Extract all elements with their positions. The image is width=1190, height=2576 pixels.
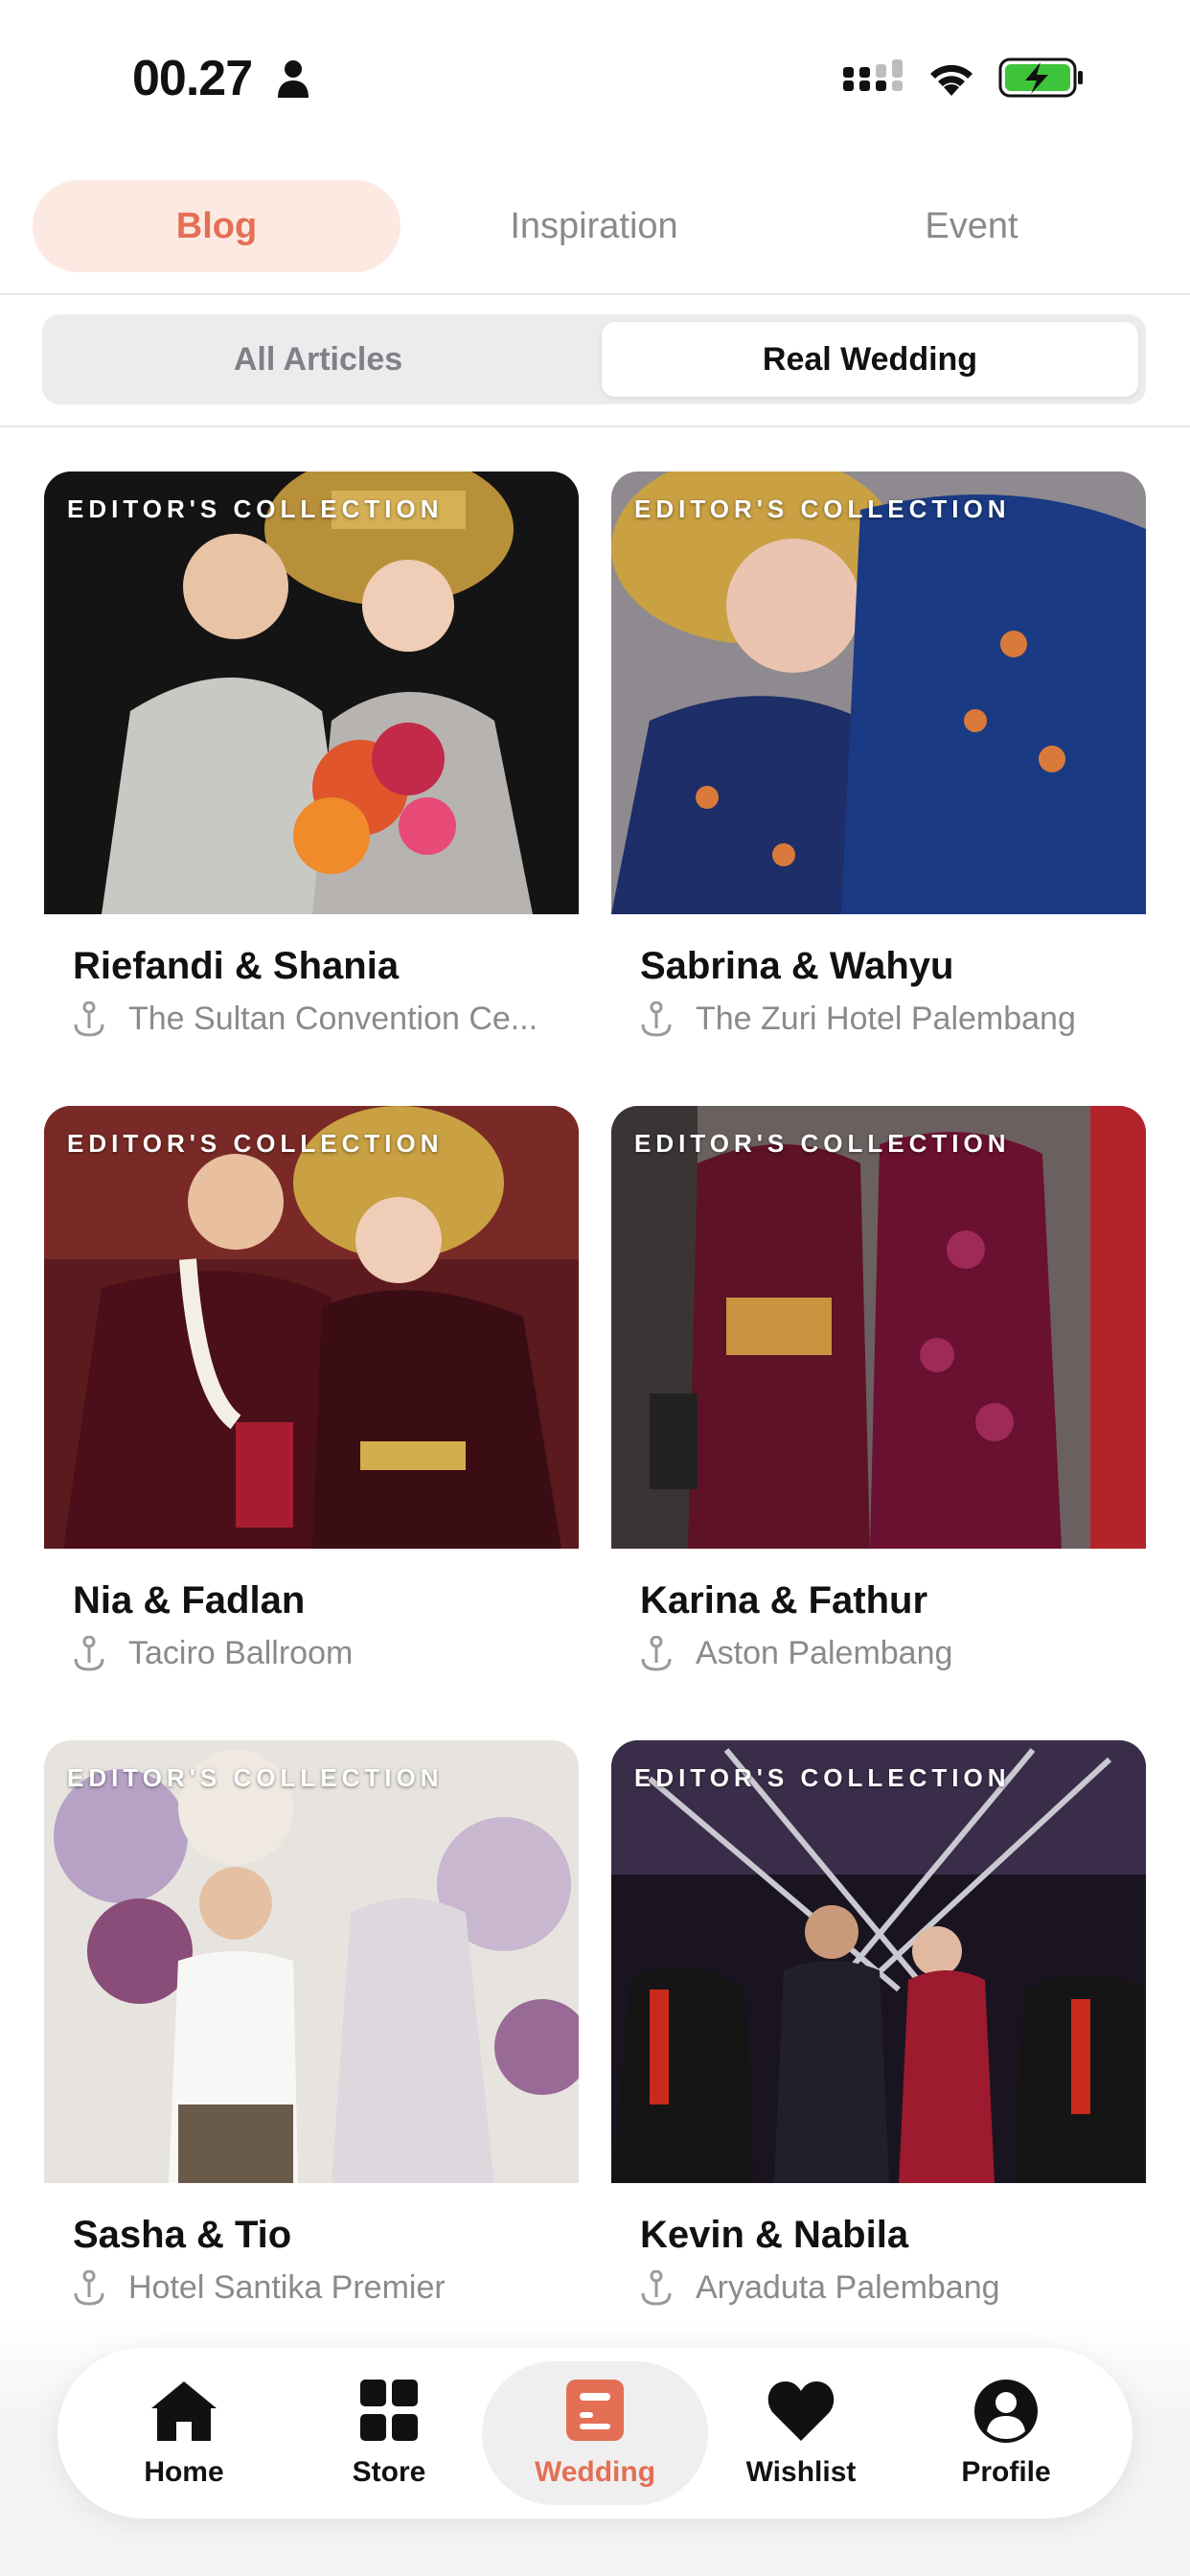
location-pin-icon — [74, 1000, 104, 1037]
card-photo[interactable]: EDITOR'S COLLECTION — [44, 472, 579, 914]
wedding-card[interactable]: EDITOR'S COLLECTION Sabrina & Wahyu The … — [611, 472, 1146, 1037]
status-bar: 00.27 — [0, 0, 1190, 153]
editors-collection-badge: EDITOR'S COLLECTION — [67, 494, 444, 523]
card-location: Taciro Ballroom — [73, 1635, 579, 1672]
editors-collection-badge: EDITOR'S COLLECTION — [67, 1763, 444, 1792]
segmented-control: All Articles Real Wedding — [42, 314, 1146, 404]
nav-label: Home — [144, 2456, 224, 2488]
nav-label: Wedding — [534, 2456, 656, 2488]
grid-icon — [360, 2380, 418, 2441]
card-title: Karina & Fathur — [640, 1579, 928, 1622]
nav-wedding[interactable]: Wedding — [482, 2348, 708, 2518]
heart-icon — [767, 2381, 835, 2441]
card-title: Kevin & Nabila — [640, 2214, 909, 2256]
card-location: The Zuri Hotel Palembang — [640, 1000, 1146, 1038]
nav-wishlist[interactable]: Wishlist — [705, 2348, 897, 2518]
location-text: Aryaduta Palembang — [696, 2269, 1000, 2306]
location-text: Taciro Ballroom — [128, 1635, 354, 1671]
divider — [0, 426, 1190, 427]
editors-collection-badge: EDITOR'S COLLECTION — [634, 1129, 1011, 1158]
top-tabs: Blog Inspiration Event — [0, 180, 1190, 295]
user-circle-icon — [974, 2380, 1038, 2443]
location-pin-icon — [641, 2269, 672, 2306]
segment-all-articles[interactable]: All Articles — [50, 322, 586, 397]
location-text: The Zuri Hotel Palembang — [696, 1000, 1076, 1037]
tab-event[interactable]: Event — [788, 180, 1156, 272]
status-time: 00.27 — [132, 51, 253, 106]
card-title: Sabrina & Wahyu — [640, 945, 954, 987]
nav-store[interactable]: Store — [293, 2348, 485, 2518]
card-photo[interactable]: EDITOR'S COLLECTION — [611, 472, 1146, 914]
wedding-card[interactable]: EDITOR'S COLLECTION Kevin & Nabila Aryad… — [611, 1740, 1146, 2306]
couple-photo — [611, 1740, 1146, 2183]
divider — [0, 293, 1190, 295]
card-title: Riefandi & Shania — [73, 945, 400, 987]
segment-real-wedding[interactable]: Real Wedding — [602, 322, 1138, 397]
card-title: Nia & Fadlan — [73, 1579, 306, 1622]
couple-photo — [44, 472, 579, 914]
couple-photo — [44, 1740, 579, 2183]
editors-collection-badge: EDITOR'S COLLECTION — [634, 1763, 1011, 1792]
location-text: Hotel Santika Premier — [128, 2269, 446, 2306]
editors-collection-badge: EDITOR'S COLLECTION — [67, 1129, 444, 1158]
wedding-card[interactable]: EDITOR'S COLLECTION Karina & Fathur Asto… — [611, 1106, 1146, 1671]
bottom-nav: Home Store Wedding Wishlist Profile — [57, 2348, 1133, 2518]
document-icon — [566, 2380, 624, 2441]
couple-photo — [611, 1106, 1146, 1549]
wedding-card[interactable]: EDITOR'S COLLECTION Sasha & Tio Hotel Sa… — [44, 1740, 579, 2306]
couple-photo — [44, 1106, 579, 1549]
wifi-icon — [930, 64, 973, 96]
location-pin-icon — [641, 1000, 672, 1037]
card-title: Sasha & Tio — [73, 2214, 292, 2256]
card-location: Aston Palembang — [640, 1635, 1146, 1672]
battery-charging-icon — [998, 58, 1083, 98]
card-photo[interactable]: EDITOR'S COLLECTION — [611, 1106, 1146, 1549]
signal-icon — [843, 59, 903, 91]
card-photo[interactable]: EDITOR'S COLLECTION — [611, 1740, 1146, 2183]
location-text: The Sultan Convention Ce... — [128, 1000, 538, 1037]
card-location: The Sultan Convention Ce... — [73, 1000, 579, 1038]
wedding-card[interactable]: EDITOR'S COLLECTION Riefandi & Shania Th… — [44, 472, 579, 1037]
wedding-card[interactable]: EDITOR'S COLLECTION Nia & Fadlan Taciro … — [44, 1106, 579, 1671]
location-pin-icon — [74, 1635, 104, 1671]
couple-photo — [611, 472, 1146, 914]
nav-label: Store — [352, 2456, 426, 2488]
home-icon — [151, 2381, 217, 2441]
card-location: Aryaduta Palembang — [640, 2269, 1146, 2307]
tab-blog[interactable]: Blog — [33, 180, 400, 272]
card-location: Hotel Santika Premier — [73, 2269, 579, 2307]
editors-collection-badge: EDITOR'S COLLECTION — [634, 494, 1011, 523]
person-icon — [278, 60, 309, 98]
card-photo[interactable]: EDITOR'S COLLECTION — [44, 1740, 579, 2183]
nav-profile[interactable]: Profile — [910, 2348, 1102, 2518]
tab-inspiration[interactable]: Inspiration — [406, 180, 782, 272]
location-pin-icon — [74, 2269, 104, 2306]
nav-label: Wishlist — [745, 2456, 857, 2488]
location-text: Aston Palembang — [696, 1635, 953, 1671]
nav-home[interactable]: Home — [88, 2348, 280, 2518]
location-pin-icon — [641, 1635, 672, 1671]
card-photo[interactable]: EDITOR'S COLLECTION — [44, 1106, 579, 1549]
nav-label: Profile — [961, 2456, 1051, 2488]
